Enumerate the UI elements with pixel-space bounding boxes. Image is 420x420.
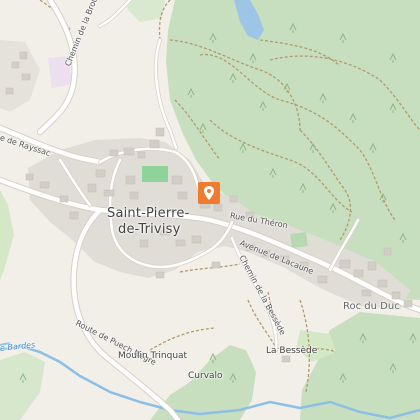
- grass-patch-top: [126, 0, 165, 22]
- town-label-line2: de-Trivisy: [118, 222, 181, 237]
- map-pin-icon: [198, 182, 220, 204]
- town-label-line1: Saint-Pierre-: [107, 206, 190, 221]
- place-label-roc-du-duc: Roc du Duc: [343, 301, 400, 312]
- map-view[interactable]: Saint-Pierre- de-Trivisy Chemin de la Br…: [0, 0, 420, 420]
- place-label-curvalo: Curvalo: [188, 371, 223, 381]
- sports-field: [142, 166, 168, 182]
- green-patch-east: [290, 232, 308, 248]
- location-marker[interactable]: [198, 182, 220, 204]
- built-up-area-northwest: [0, 40, 40, 112]
- place-label-la-bessede: La Bessède: [266, 346, 318, 356]
- place-label-moulin-trinquat: Moulin Trinquat: [118, 351, 188, 361]
- grass-area-west: [0, 190, 14, 280]
- forest-area-south-west: [0, 352, 45, 420]
